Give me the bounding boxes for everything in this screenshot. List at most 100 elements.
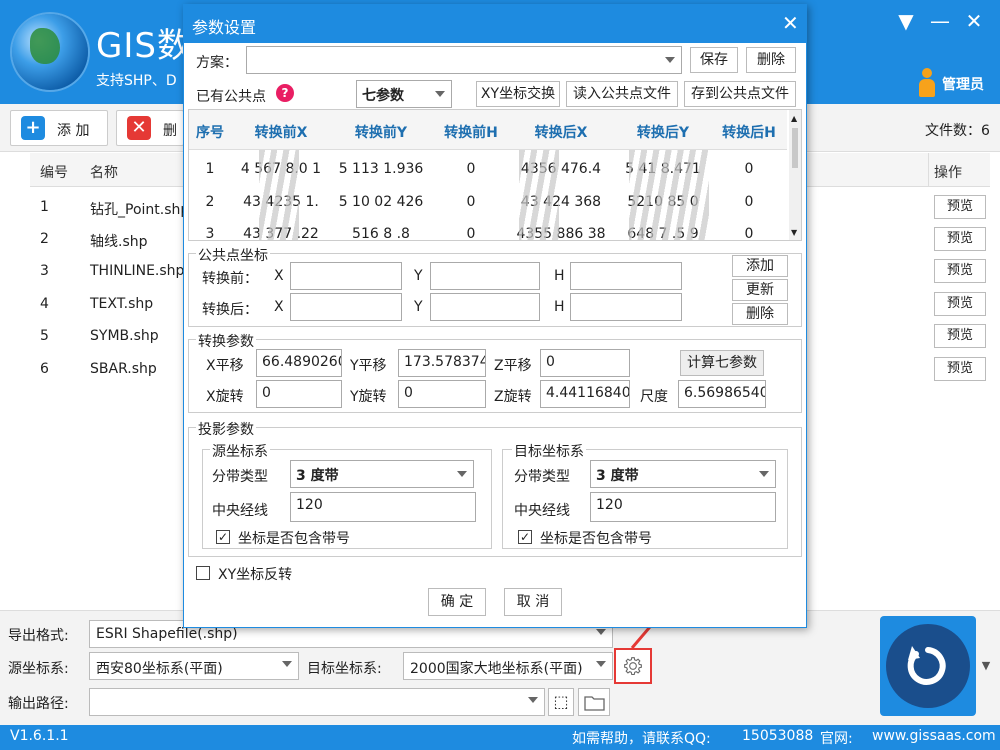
add-point-button[interactable]: 添加 bbox=[732, 255, 788, 277]
scale-input[interactable]: 6.569865401 bbox=[678, 380, 766, 408]
table-cell: 0 bbox=[466, 194, 476, 210]
folder-icon bbox=[584, 696, 605, 711]
tz-label: Z平移 bbox=[494, 358, 532, 374]
remove-point-button[interactable]: 删除 bbox=[732, 303, 788, 325]
qq-number: 15053088 bbox=[742, 728, 814, 744]
row-num: 5 bbox=[40, 328, 49, 344]
preview-button[interactable]: 预览 bbox=[934, 259, 986, 283]
scroll-thumb[interactable] bbox=[792, 128, 798, 168]
dialog-close-icon[interactable]: ✕ bbox=[782, 11, 799, 35]
rz-input[interactable]: 4.441168408 bbox=[540, 380, 630, 408]
x-label: X bbox=[274, 299, 284, 315]
help-icon[interactable]: ? bbox=[276, 84, 294, 102]
table-scrollbar[interactable]: ▲ ▼ bbox=[789, 110, 801, 240]
tgt-crs-value: 2000国家大地坐标系(平面) bbox=[410, 661, 583, 677]
row-num: 4 bbox=[40, 296, 49, 312]
after-y-input[interactable] bbox=[430, 293, 540, 321]
website-label: 官网: bbox=[820, 731, 853, 747]
rx-label: X旋转 bbox=[206, 389, 244, 405]
add-button[interactable]: + 添 加 bbox=[10, 110, 108, 146]
calc-seven-params-button[interactable]: 计算七参数 bbox=[680, 350, 764, 376]
before-x-input[interactable] bbox=[290, 262, 402, 290]
src-zone-select[interactable]: 3 度带 bbox=[290, 460, 474, 488]
run-options-dropdown[interactable]: ▼ bbox=[976, 616, 996, 716]
row-name[interactable]: THINLINE.shp bbox=[90, 263, 184, 279]
xy-reverse-checkbox[interactable] bbox=[196, 566, 210, 580]
after-x-input[interactable] bbox=[290, 293, 402, 321]
preview-button[interactable]: 预览 bbox=[934, 195, 986, 219]
globe-logo-icon bbox=[12, 14, 88, 90]
src-include-zone-label: 坐标是否包含带号 bbox=[238, 531, 350, 547]
tz-input[interactable]: 0 bbox=[540, 349, 630, 377]
before-label: 转换前： bbox=[202, 271, 258, 287]
preview-button[interactable]: 预览 bbox=[934, 324, 986, 348]
after-h-input[interactable] bbox=[570, 293, 682, 321]
src-crs-value: 西安80坐标系(平面) bbox=[96, 661, 223, 677]
dropdown-menu-icon[interactable]: ▼ bbox=[892, 8, 920, 34]
browse-folder-button[interactable] bbox=[578, 688, 610, 716]
th-before-y: 转换前Y bbox=[354, 125, 408, 141]
col-op-header: 操作 bbox=[934, 165, 962, 181]
src-crs-select[interactable]: 西安80坐标系(平面) bbox=[89, 652, 299, 680]
chevron-down-icon bbox=[282, 661, 292, 667]
row-name[interactable]: SBAR.shp bbox=[90, 361, 157, 377]
export-format-value: ESRI Shapefile(.shp) bbox=[96, 626, 238, 642]
plan-select[interactable] bbox=[246, 46, 682, 74]
delete-button[interactable]: ✕ 删 bbox=[116, 110, 184, 146]
tgt-include-zone-checkbox[interactable]: ✓ bbox=[518, 530, 532, 544]
save-plan-button[interactable]: 保存 bbox=[690, 47, 738, 73]
tgt-crs-label: 目标坐标系: bbox=[307, 661, 382, 677]
delete-plan-button[interactable]: 删除 bbox=[746, 47, 796, 73]
row-name[interactable]: 钻孔_Point.shp bbox=[90, 199, 189, 219]
scroll-up-icon[interactable]: ▲ bbox=[791, 114, 797, 123]
tgt-crs-select[interactable]: 2000国家大地坐标系(平面) bbox=[403, 652, 613, 680]
table-cell: 3 bbox=[205, 226, 215, 242]
close-window-icon[interactable]: ✕ bbox=[960, 8, 988, 34]
export-format-label: 导出格式: bbox=[8, 628, 69, 644]
save-points-file-button[interactable]: 存到公共点文件 bbox=[684, 81, 796, 107]
run-button[interactable] bbox=[880, 616, 976, 716]
redaction-mark bbox=[259, 150, 299, 240]
chevron-down-icon bbox=[528, 697, 538, 703]
preview-button[interactable]: 预览 bbox=[934, 292, 986, 316]
ok-button[interactable]: 确 定 bbox=[428, 588, 486, 616]
tgt-zone-select[interactable]: 3 度带 bbox=[590, 460, 776, 488]
row-name[interactable]: TEXT.shp bbox=[90, 296, 153, 312]
row-num: 1 bbox=[40, 199, 49, 215]
row-name[interactable]: 轴线.shp bbox=[90, 231, 148, 251]
output-path-select[interactable] bbox=[89, 688, 545, 716]
user-name[interactable]: 管理员 bbox=[942, 74, 984, 94]
read-points-file-button[interactable]: 读入公共点文件 bbox=[566, 81, 678, 107]
table-cell: 0 bbox=[744, 226, 754, 242]
cursor-select-button[interactable]: ⬚ bbox=[548, 688, 574, 716]
chevron-down-icon bbox=[435, 91, 445, 97]
tgt-meridian-input[interactable]: 120 bbox=[590, 492, 776, 522]
update-point-button[interactable]: 更新 bbox=[732, 279, 788, 301]
src-include-zone-checkbox[interactable]: ✓ bbox=[216, 530, 230, 544]
src-meridian-input[interactable]: 120 bbox=[290, 492, 476, 522]
row-name[interactable]: SYMB.shp bbox=[90, 328, 159, 344]
ry-input[interactable]: 0 bbox=[398, 380, 486, 408]
before-y-input[interactable] bbox=[430, 262, 540, 290]
website-link[interactable]: www.gissaas.com bbox=[872, 728, 996, 744]
help-text: 如需帮助，请联系QQ: bbox=[572, 731, 711, 747]
cancel-button[interactable]: 取 消 bbox=[504, 588, 562, 616]
tx-input[interactable]: 66.48902602 bbox=[256, 349, 342, 377]
preview-button[interactable]: 预览 bbox=[934, 357, 986, 381]
minimize-icon[interactable]: — bbox=[926, 8, 954, 34]
preview-button[interactable]: 预览 bbox=[934, 227, 986, 251]
rx-input[interactable]: 0 bbox=[256, 380, 342, 408]
before-h-input[interactable] bbox=[570, 262, 682, 290]
scroll-down-icon[interactable]: ▼ bbox=[791, 228, 797, 237]
output-path-label: 输出路径: bbox=[8, 696, 69, 712]
col-divider bbox=[928, 153, 929, 187]
file-count: 文件数：6 bbox=[925, 123, 990, 139]
param-mode-value: 七参数 bbox=[362, 88, 404, 104]
chevron-down-icon bbox=[596, 629, 606, 635]
src-zone-label: 分带类型 bbox=[212, 469, 268, 485]
param-mode-select[interactable]: 七参数 bbox=[356, 80, 452, 108]
xy-swap-button[interactable]: XY坐标交换 bbox=[476, 81, 560, 107]
table-cell: 516 8 .8 bbox=[352, 226, 410, 242]
ty-input[interactable]: 173.5783745 bbox=[398, 349, 486, 377]
chevron-down-icon bbox=[457, 471, 467, 477]
